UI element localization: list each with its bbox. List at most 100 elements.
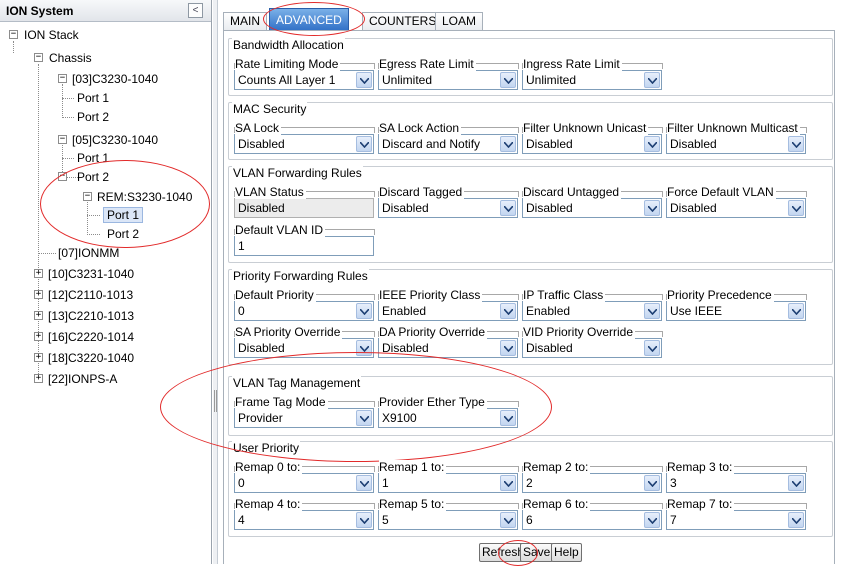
panel-splitter[interactable] (213, 0, 218, 564)
tree-node-rem-module[interactable]: REM:S3230-1040 (97, 189, 192, 205)
tree-node-slot-16[interactable]: [16]C2220-1014 (48, 329, 134, 345)
chevron-down-icon[interactable] (644, 475, 660, 491)
chevron-down-icon[interactable] (788, 303, 804, 319)
tree-node-port-selected[interactable]: Port 1 (103, 207, 144, 223)
ingress-rate-limit-select[interactable]: Unlimited (522, 70, 662, 90)
tree-node-slot-18[interactable]: [18]C3220-1040 (48, 350, 134, 366)
select-value: Discard and Notify (382, 137, 481, 151)
vid-priority-override-select[interactable]: Disabled (522, 338, 662, 358)
chevron-down-icon[interactable] (644, 200, 660, 216)
collapse-node-icon[interactable]: − (34, 53, 43, 62)
chevron-down-icon[interactable] (500, 303, 516, 319)
tree-connector (62, 98, 74, 99)
remap-1-select[interactable]: 1 (378, 473, 518, 493)
filter-unknown-multicast-select[interactable]: Disabled (666, 134, 806, 154)
field-label: IP Traffic Class (523, 288, 606, 302)
da-priority-override-select[interactable]: Disabled (378, 338, 518, 358)
select-value: Disabled (238, 137, 285, 151)
tree-node-ion-stack[interactable]: ION Stack (24, 27, 79, 43)
force-default-vlan-select[interactable]: Disabled (666, 198, 806, 218)
filter-unknown-unicast-select[interactable]: Disabled (522, 134, 662, 154)
remap-7-select[interactable]: 7 (666, 510, 806, 530)
remap-5-select[interactable]: 5 (378, 510, 518, 530)
tree-node-slot-12[interactable]: [12]C2110-1013 (48, 287, 133, 303)
collapse-node-icon[interactable]: − (58, 74, 67, 83)
chevron-down-icon[interactable] (644, 512, 660, 528)
provider-ether-type-select[interactable]: X9100 (378, 408, 518, 428)
chevron-down-icon[interactable] (788, 200, 804, 216)
chevron-down-icon[interactable] (356, 512, 372, 528)
chevron-down-icon[interactable] (644, 136, 660, 152)
tab-main[interactable]: MAIN (223, 12, 267, 30)
collapse-node-icon[interactable]: − (9, 30, 18, 39)
select-value: Counts All Layer 1 (238, 73, 336, 87)
expand-node-icon[interactable]: + (34, 269, 43, 278)
chevron-down-icon[interactable] (500, 200, 516, 216)
tab-loam[interactable]: LOAM (435, 12, 484, 30)
collapse-node-icon[interactable]: − (83, 192, 92, 201)
remap-0-select[interactable]: 0 (234, 473, 374, 493)
remap-4-select[interactable]: 4 (234, 510, 374, 530)
tree-node-port[interactable]: Port 1 (77, 150, 109, 166)
chevron-down-icon[interactable] (500, 410, 516, 426)
sa-lock-select[interactable]: Disabled (234, 134, 374, 154)
expand-node-icon[interactable]: + (34, 374, 43, 383)
tree-node-port[interactable]: Port 2 (77, 109, 109, 125)
remap-6-select[interactable]: 6 (522, 510, 662, 530)
tree-node-slot-03[interactable]: [03]C3230-1040 (72, 71, 158, 87)
collapse-node-icon[interactable]: − (58, 135, 67, 144)
chevron-down-icon[interactable] (356, 410, 372, 426)
tree-node-slot-22[interactable]: [22]IONPS-A (48, 371, 117, 387)
rate-limiting-mode-select[interactable]: Counts All Layer 1 (234, 70, 374, 90)
priority-precedence-select[interactable]: Use IEEE (666, 301, 806, 321)
tab-counters[interactable]: COUNTERS (362, 12, 444, 30)
expand-node-icon[interactable]: + (34, 353, 43, 362)
tree-node-slot-05[interactable]: [05]C3230-1040 (72, 132, 158, 148)
discard-tagged-select[interactable]: Disabled (378, 198, 518, 218)
chevron-down-icon[interactable] (356, 136, 372, 152)
sa-priority-override-select[interactable]: Disabled (234, 338, 374, 358)
chevron-down-icon[interactable] (788, 475, 804, 491)
collapse-panel-icon[interactable]: < (188, 3, 203, 18)
chevron-down-icon[interactable] (356, 475, 372, 491)
tree-node-chassis[interactable]: Chassis (49, 50, 92, 66)
tree-node-slot-10[interactable]: [10]C3231-1040 (48, 266, 134, 282)
help-button[interactable]: Help (551, 543, 582, 562)
chevron-down-icon[interactable] (356, 340, 372, 356)
ip-traffic-class-select[interactable]: Enabled (522, 301, 662, 321)
sa-lock-action-select[interactable]: Discard and Notify (378, 134, 518, 154)
discard-untagged-select[interactable]: Disabled (522, 198, 662, 218)
chevron-down-icon[interactable] (644, 72, 660, 88)
chevron-down-icon[interactable] (788, 512, 804, 528)
save-button[interactable]: Save (520, 543, 554, 562)
tree-node-port[interactable]: Port 2 (107, 226, 139, 242)
expand-node-icon[interactable]: + (34, 290, 43, 299)
ieee-priority-class-select[interactable]: Enabled (378, 301, 518, 321)
tree-node-port[interactable]: Port 2 (77, 169, 109, 185)
tree-node-slot-07[interactable]: [07]IONMM (58, 245, 119, 261)
default-vlan-id-input[interactable]: 1 (234, 236, 374, 256)
chevron-down-icon[interactable] (500, 512, 516, 528)
tree-node-slot-13[interactable]: [13]C2210-1013 (48, 308, 134, 324)
remap-3-select[interactable]: 3 (666, 473, 806, 493)
default-priority-select[interactable]: 0 (234, 301, 374, 321)
chevron-down-icon[interactable] (788, 136, 804, 152)
tab-advanced[interactable]: ADVANCED (269, 8, 349, 31)
frame-tag-mode-select[interactable]: Provider (234, 408, 374, 428)
chevron-down-icon[interactable] (644, 340, 660, 356)
tree-node-port[interactable]: Port 1 (77, 90, 109, 106)
user-priority-section: User Priority Remap 0 to: 0 Remap 1 to: … (228, 441, 833, 537)
collapse-node-icon[interactable]: − (58, 172, 67, 181)
chevron-down-icon[interactable] (500, 136, 516, 152)
expand-node-icon[interactable]: + (34, 311, 43, 320)
chevron-down-icon[interactable] (644, 303, 660, 319)
expand-node-icon[interactable]: + (34, 332, 43, 341)
egress-rate-limit-select[interactable]: Unlimited (378, 70, 518, 90)
chevron-down-icon[interactable] (500, 72, 516, 88)
chevron-down-icon[interactable] (500, 475, 516, 491)
chevron-down-icon[interactable] (356, 72, 372, 88)
remap-2-select[interactable]: 2 (522, 473, 662, 493)
chevron-down-icon[interactable] (500, 340, 516, 356)
chevron-down-icon[interactable] (356, 303, 372, 319)
splitter-grip-icon[interactable] (214, 390, 217, 412)
